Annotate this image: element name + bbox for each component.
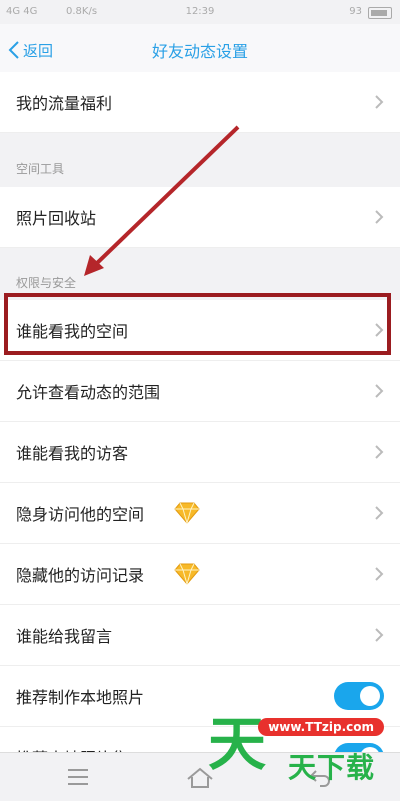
home-icon[interactable] <box>186 767 214 789</box>
bottom-nav-bar <box>0 752 400 801</box>
back-nav-icon[interactable] <box>308 767 332 787</box>
annotation-arrow <box>84 125 240 276</box>
menu-icon[interactable] <box>66 767 90 787</box>
